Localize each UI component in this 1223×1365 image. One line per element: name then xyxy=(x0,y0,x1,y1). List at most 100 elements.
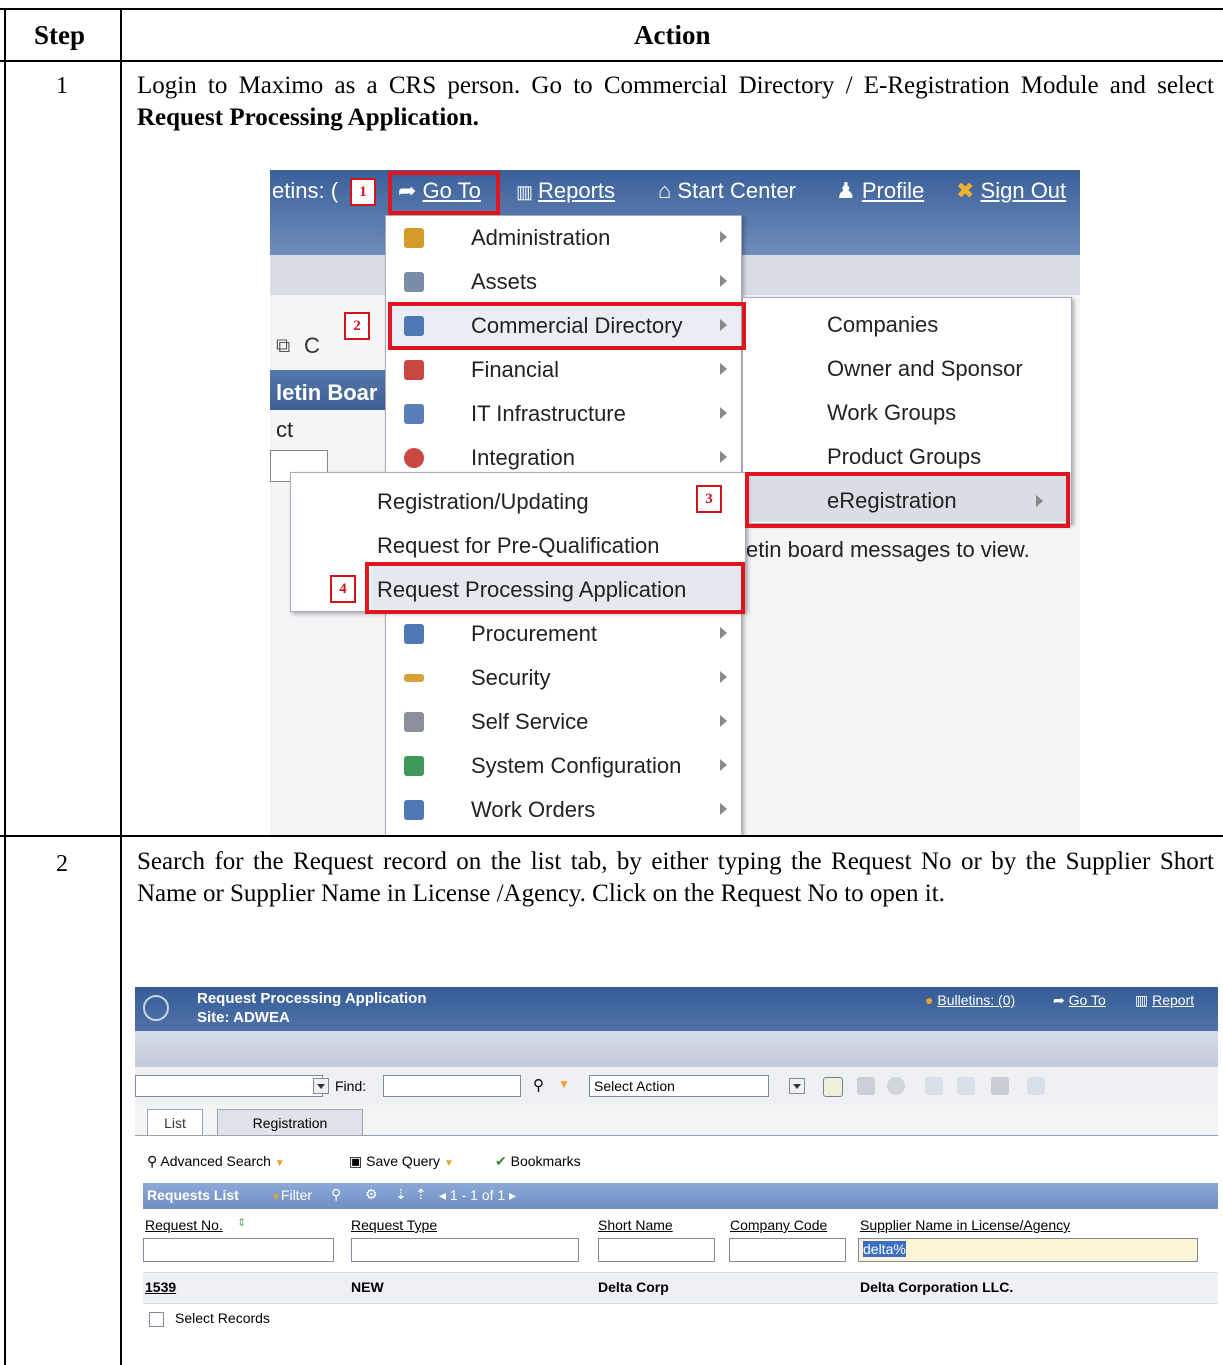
filter-arrow-icon[interactable]: ▼ xyxy=(558,1077,570,1091)
step-badge-4: 4 xyxy=(330,575,356,603)
reports-link[interactable]: ▥ Report xyxy=(1135,992,1194,1009)
filter-request-type-input[interactable] xyxy=(351,1238,579,1262)
site-label: Site: ADWEA xyxy=(197,1009,290,1026)
person-icon: ♟ xyxy=(836,178,862,203)
menu-item-security[interactable]: Security xyxy=(386,656,741,700)
highlight-request-processing xyxy=(365,562,745,614)
tab-registration[interactable]: Registration xyxy=(217,1109,363,1136)
select-action-input[interactable]: Select Action xyxy=(589,1075,769,1097)
find-input[interactable] xyxy=(383,1075,521,1097)
menu-item-system-configuration[interactable]: System Configuration xyxy=(386,744,741,788)
bookmarks-button[interactable]: ✔ Bookmarks xyxy=(495,1153,581,1170)
next-icon[interactable] xyxy=(957,1077,975,1095)
step-number: 2 xyxy=(56,851,68,877)
select-action-dropdown-icon[interactable] xyxy=(789,1078,805,1094)
cell-supplier-name: Delta Corporation LLC. xyxy=(860,1279,1014,1295)
system-configuration-icon xyxy=(404,756,424,776)
find-icon[interactable]: ⚲ xyxy=(331,1186,341,1203)
select-fragment: ct xyxy=(276,417,294,442)
bulletins-link[interactable]: ● Bulletins: (0) xyxy=(925,992,1015,1008)
chevron-down-icon: ▼ xyxy=(274,1158,285,1169)
download-icon[interactable]: ⇣ xyxy=(395,1186,407,1203)
cell-request-no[interactable]: 1539 xyxy=(145,1279,176,1295)
security-key-icon xyxy=(404,674,424,682)
new-record-icon[interactable] xyxy=(823,1077,843,1097)
reports-icon: ▥ xyxy=(516,182,539,202)
menu-item-financial[interactable]: Financial xyxy=(386,348,741,392)
administration-icon xyxy=(404,228,424,248)
tab-list[interactable]: List xyxy=(147,1109,203,1136)
filter-company-code-input[interactable] xyxy=(729,1238,846,1262)
column-header-request-no[interactable]: Request No. xyxy=(145,1217,223,1233)
step-text-bold: Request Processing Application. xyxy=(137,104,479,131)
integration-icon xyxy=(404,448,424,468)
chevron-down-icon: ▼ xyxy=(443,1158,454,1169)
step-column-header: Step xyxy=(34,20,86,50)
filter-request-no-input[interactable] xyxy=(143,1238,334,1262)
menu-item-assets[interactable]: Assets xyxy=(386,260,741,304)
submenu-item-companies[interactable]: Companies xyxy=(827,312,938,338)
save-icon[interactable] xyxy=(857,1077,875,1095)
menu-item-self-service[interactable]: Self Service xyxy=(386,700,741,744)
filter-supplier-name-input[interactable]: delta% xyxy=(858,1238,1198,1262)
step-text: Login to Maximo as a CRS person. Go to C… xyxy=(137,72,1214,99)
cell-short-name: Delta Corp xyxy=(598,1279,669,1295)
app-title-bar: Request Processing Application Site: ADW… xyxy=(135,987,1218,1031)
table-left-border xyxy=(4,8,6,1365)
sort-arrows-icon[interactable]: ⇕ xyxy=(237,1216,246,1229)
help-icon[interactable] xyxy=(1027,1077,1045,1095)
select-records-checkbox[interactable] xyxy=(149,1312,164,1327)
workflow-icon[interactable] xyxy=(991,1077,1009,1095)
menu-item-work-orders[interactable]: Work Orders xyxy=(386,788,741,832)
binoculars-icon[interactable]: ⚲ xyxy=(533,1076,544,1094)
procurement-icon xyxy=(404,624,424,644)
goto-arrow-icon: ➦ xyxy=(1053,992,1069,1008)
reports-icon: ▥ xyxy=(1135,992,1153,1008)
menu-item-it-infrastructure[interactable]: IT Infrastructure xyxy=(386,392,741,436)
filter-icon: ▼ xyxy=(271,1192,281,1203)
profile-link[interactable]: ♟ Profile xyxy=(836,178,924,204)
submenu-item-work-groups[interactable]: Work Groups xyxy=(827,400,956,426)
menu-item-procurement[interactable]: Procurement xyxy=(386,612,741,656)
work-orders-icon xyxy=(404,800,424,820)
self-service-icon xyxy=(404,712,424,732)
bulletins-link[interactable]: etins: ( xyxy=(272,178,338,204)
goto-link[interactable]: ➦ Go To xyxy=(1053,992,1106,1009)
submenu-item-owner-and-sponsor[interactable]: Owner and Sponsor xyxy=(827,356,1023,382)
reports-link[interactable]: ▥ Reports xyxy=(516,178,615,204)
save-icon: ▣ xyxy=(349,1153,367,1169)
table-row-divider xyxy=(0,835,1223,837)
column-header-short-name[interactable]: Short Name xyxy=(598,1217,673,1233)
submenu-arrow-icon xyxy=(720,671,727,683)
start-center-link[interactable]: ⌂ Start Center xyxy=(658,178,796,204)
bulletin-board-title: letin Boar xyxy=(276,380,378,405)
sort-icon[interactable]: ⇡ xyxy=(415,1186,427,1203)
submenu-arrow-icon xyxy=(720,231,727,243)
menu-item-administration[interactable]: Administration xyxy=(386,216,741,260)
query-select[interactable] xyxy=(135,1075,323,1097)
submenu-item-request-for-pre-qualification[interactable]: Request for Pre-Qualification xyxy=(377,533,659,559)
filter-button[interactable]: ▼Filter xyxy=(271,1187,312,1203)
column-header-request-type[interactable]: Request Type xyxy=(351,1217,437,1233)
table-row[interactable] xyxy=(143,1272,1218,1304)
clear-filter-icon[interactable]: ⚙ xyxy=(365,1186,378,1203)
filter-short-name-input[interactable] xyxy=(598,1238,715,1262)
sign-out-link[interactable]: ✖ Sign Out xyxy=(956,178,1066,204)
table-header-divider xyxy=(0,60,1223,62)
select-records-label[interactable]: Select Records xyxy=(175,1310,270,1326)
submenu-item-product-groups[interactable]: Product Groups xyxy=(827,444,981,470)
highlight-goto xyxy=(388,171,500,215)
step-badge-2: 2 xyxy=(344,312,370,340)
tab-strip: List Registration xyxy=(135,1105,1218,1136)
highlight-eregistration xyxy=(745,472,1070,528)
query-dropdown-icon[interactable] xyxy=(313,1078,329,1094)
save-query-button[interactable]: ▣ Save Query ▼ xyxy=(349,1153,454,1170)
previous-icon[interactable] xyxy=(925,1077,943,1095)
bookmark-check-icon: ✔ xyxy=(495,1153,511,1169)
submenu-item-registration-updating[interactable]: Registration/Updating xyxy=(377,489,589,515)
submenu-arrow-icon xyxy=(720,275,727,287)
clear-icon[interactable] xyxy=(887,1077,905,1095)
column-header-supplier-name[interactable]: Supplier Name in License/Agency xyxy=(860,1217,1070,1233)
advanced-search-button[interactable]: ⚲ Advanced Search ▼ xyxy=(147,1153,285,1170)
column-header-company-code[interactable]: Company Code xyxy=(730,1217,827,1233)
